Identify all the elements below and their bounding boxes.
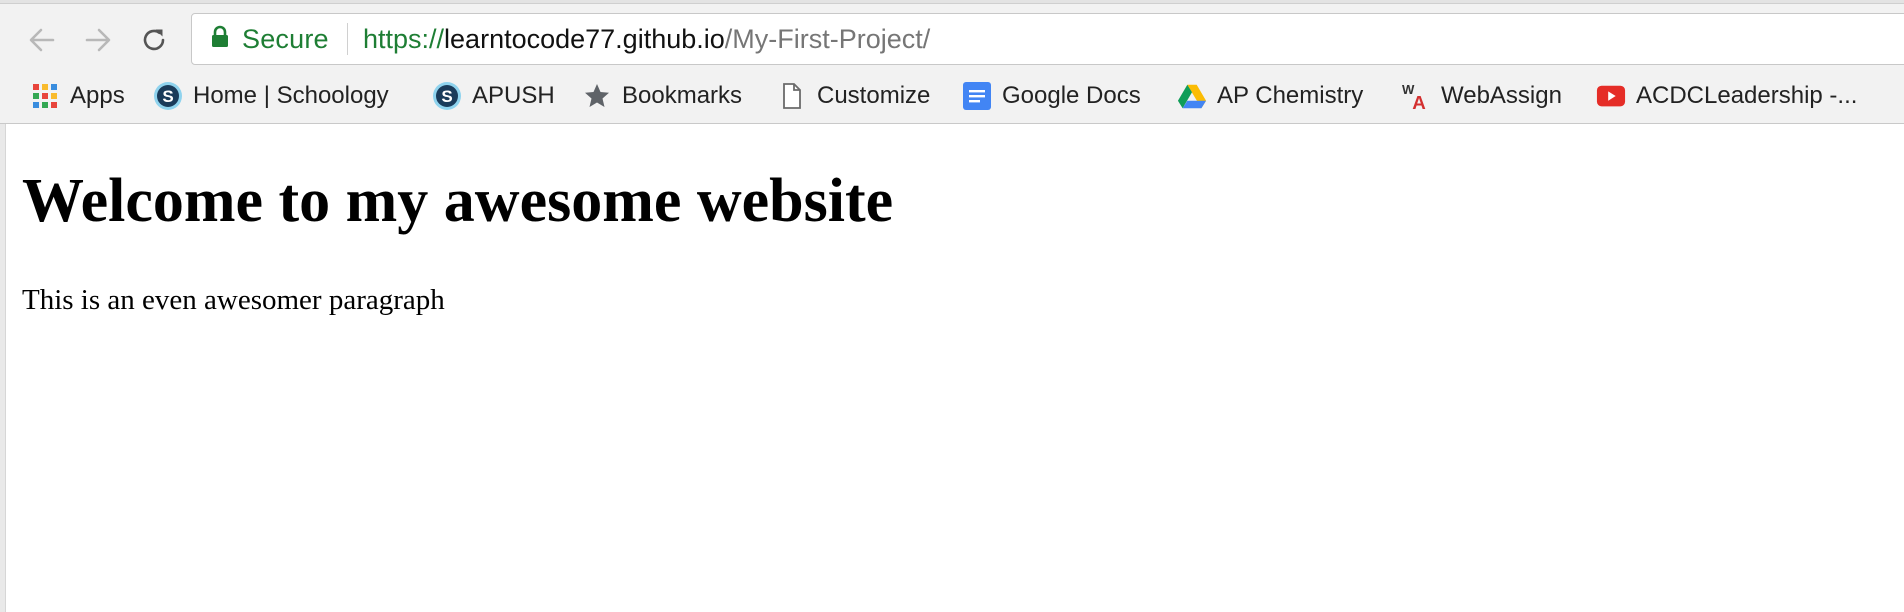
bookmark-apps[interactable]: Apps xyxy=(30,74,125,118)
bookmark-bookmarks-folder[interactable]: Bookmarks xyxy=(582,74,742,118)
page-heading: Welcome to my awesome website xyxy=(22,167,894,235)
bookmark-google-docs[interactable]: Google Docs xyxy=(962,74,1141,118)
url-path: /My-First-Project/ xyxy=(724,23,931,54)
bookmark-label: Home | Schoology xyxy=(193,82,389,109)
address-bar[interactable]: Secure https://learntocode77.github.io/M… xyxy=(191,13,1904,65)
svg-text:A: A xyxy=(1412,92,1426,112)
arrow-left-icon xyxy=(27,25,57,55)
google-drive-icon xyxy=(1177,81,1207,111)
url-text[interactable]: https://learntocode77.github.io/My-First… xyxy=(363,14,930,64)
svg-text:S: S xyxy=(441,87,452,106)
forward-button[interactable] xyxy=(76,18,120,62)
bookmark-label: AP Chemistry xyxy=(1217,82,1364,109)
schoology-icon: S xyxy=(432,81,462,111)
bookmark-webassign[interactable]: W A WebAssign xyxy=(1401,74,1562,118)
page-icon xyxy=(777,81,807,111)
url-scheme: https:// xyxy=(363,23,445,54)
arrow-right-icon xyxy=(83,25,113,55)
star-icon xyxy=(582,81,612,111)
reload-icon xyxy=(139,25,169,55)
bookmark-ap-chemistry[interactable]: AP Chemistry xyxy=(1177,74,1363,118)
bookmark-label: APUSH xyxy=(472,82,555,109)
webassign-icon: W A xyxy=(1401,81,1431,112)
omnibox-divider xyxy=(347,23,348,55)
bookmark-home-schoology[interactable]: S Home | Schoology xyxy=(153,74,389,118)
page-paragraph: This is an even awesomer paragraph xyxy=(22,284,445,316)
svg-text:S: S xyxy=(162,87,173,106)
bookmark-label: WebAssign xyxy=(1441,82,1562,109)
apps-grid-icon xyxy=(30,81,60,111)
bookmark-label: Apps xyxy=(70,82,125,109)
bookmark-label: Bookmarks xyxy=(622,82,743,109)
bookmarks-bar: Apps S Home | Schoology S APUSH Bookmark… xyxy=(0,74,1904,118)
url-host: learntocode77.github.io xyxy=(444,23,725,54)
security-indicator[interactable]: Secure xyxy=(210,14,329,64)
youtube-icon xyxy=(1596,81,1626,111)
back-button[interactable] xyxy=(20,18,64,62)
page-content: Welcome to my awesome website This is an… xyxy=(22,124,1882,604)
reload-button[interactable] xyxy=(132,18,176,62)
tab-strip xyxy=(0,0,1904,4)
lock-icon xyxy=(210,25,230,54)
bookmark-apush[interactable]: S APUSH xyxy=(432,74,555,118)
bookmark-label: Google Docs xyxy=(1002,82,1141,109)
window-left-edge xyxy=(0,124,6,612)
browser-chrome: Secure https://learntocode77.github.io/M… xyxy=(0,0,1904,124)
bookmark-acdcleadership[interactable]: ACDCLeadership -... xyxy=(1596,74,1857,118)
bookmark-label: Customize xyxy=(817,82,931,109)
schoology-icon: S xyxy=(153,81,183,111)
bookmark-customize[interactable]: Customize xyxy=(777,74,930,118)
google-docs-icon xyxy=(962,81,992,111)
bookmark-label: ACDCLeadership -... xyxy=(1636,82,1858,109)
secure-label: Secure xyxy=(242,23,329,54)
